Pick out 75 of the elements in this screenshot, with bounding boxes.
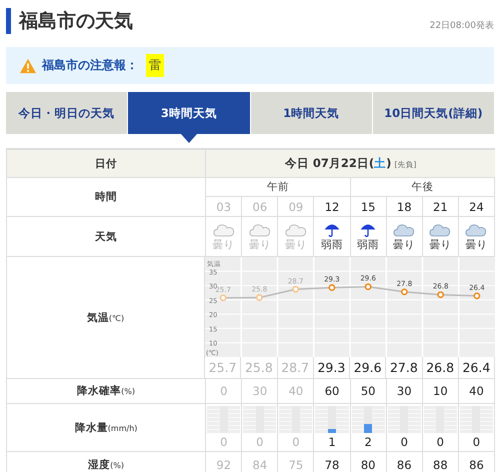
- precipitation-chance: 30: [396, 384, 412, 398]
- temperature-value: 27.8: [390, 360, 418, 375]
- humidity-value: 78: [324, 458, 340, 472]
- hour-label: 15: [360, 200, 376, 214]
- temperature-value: 26.4: [462, 360, 490, 375]
- temperature-point: [400, 288, 408, 296]
- temperature-value: 29.3: [317, 360, 346, 375]
- cloud-icon: [212, 222, 235, 236]
- temperature-value: 25.7: [208, 360, 237, 375]
- row-label: 気温(℃): [86, 310, 124, 324]
- humidity-value: 80: [360, 458, 376, 472]
- page-title: 福島市の天気: [19, 9, 134, 34]
- hour-label: 18: [396, 200, 412, 214]
- precipitation-chance: 50: [360, 384, 376, 398]
- humidity-value: 88: [433, 458, 448, 472]
- tab[interactable]: 10日間天気(詳細): [372, 92, 494, 134]
- weather-label: 曇り: [284, 238, 307, 252]
- weather-label: 曇り: [212, 238, 235, 252]
- temperature-value: 28.7: [281, 360, 310, 375]
- warning-tag[interactable]: 雷: [146, 54, 164, 77]
- precipitation-chance: 60: [324, 384, 340, 398]
- hour-label: 21: [433, 200, 448, 214]
- humidity-value: 92: [216, 458, 232, 472]
- hour-label: 09: [288, 200, 304, 214]
- period-label: 午後: [350, 178, 495, 196]
- humidity-value: 86: [469, 458, 484, 472]
- weather-label: 曇り: [248, 238, 271, 252]
- weather-label: 曇り: [465, 238, 488, 252]
- cloud-icon: [248, 222, 271, 236]
- precipitation-amount: 2: [364, 435, 372, 449]
- temperature-value: 26.8: [426, 360, 454, 375]
- title-accent-bar: [6, 8, 11, 34]
- hour-label: 24: [469, 200, 484, 214]
- weather-label: 弱雨: [321, 238, 344, 252]
- cloud-icon: [284, 222, 307, 236]
- precipitation-chance: 40: [469, 384, 484, 398]
- hour-label: 06: [252, 200, 268, 214]
- row-label: 降水量(mm/h): [74, 420, 138, 434]
- alert-label: 福島市の注意報：: [42, 57, 138, 74]
- weather-label: 曇り: [393, 238, 416, 252]
- weather-label: 弱雨: [357, 238, 380, 252]
- issued-time: 22日08:00発表: [430, 20, 494, 32]
- humidity-value: 86: [396, 458, 412, 472]
- period-label: 午前: [206, 178, 351, 196]
- hour-label: 03: [216, 200, 232, 214]
- humidity-value: 75: [288, 458, 304, 472]
- weather-label: 曇り: [429, 238, 452, 252]
- hour-label: 12: [324, 200, 340, 214]
- cloud-icon: [393, 222, 416, 236]
- temperature-value: 25.8: [244, 360, 273, 375]
- tab-pointer-icon: [180, 134, 197, 143]
- row-label: 降水確率(%): [77, 384, 136, 398]
- precipitation-chance: 10: [433, 384, 448, 398]
- warning-icon: [19, 58, 37, 74]
- cloud-icon: [429, 222, 452, 236]
- temperature-value: 29.6: [354, 360, 382, 375]
- row-label: 時間: [95, 190, 118, 204]
- tab[interactable]: 1時間天気: [250, 92, 372, 134]
- tab[interactable]: 3時間天気: [128, 92, 250, 134]
- precipitation-amount: 0: [292, 435, 300, 449]
- precipitation-amount: 0: [472, 435, 480, 449]
- cloud-icon: [465, 222, 488, 236]
- precipitation-amount: 0: [400, 435, 408, 449]
- precipitation-chance: 0: [220, 384, 228, 398]
- precipitation-amount: 0: [256, 435, 264, 449]
- precipitation-chance: 40: [288, 384, 304, 398]
- humidity-value: 84: [252, 458, 268, 472]
- precipitation-amount: 1: [328, 435, 336, 449]
- precipitation-amount: 0: [436, 435, 444, 449]
- precipitation-amount: 0: [220, 435, 228, 449]
- row-label: 天気: [95, 230, 118, 244]
- row-label: 日付: [95, 156, 118, 170]
- row-label: 湿度(%): [88, 458, 124, 472]
- precipitation-chance: 30: [252, 384, 268, 398]
- tab[interactable]: 今日・明日の天気: [6, 92, 128, 134]
